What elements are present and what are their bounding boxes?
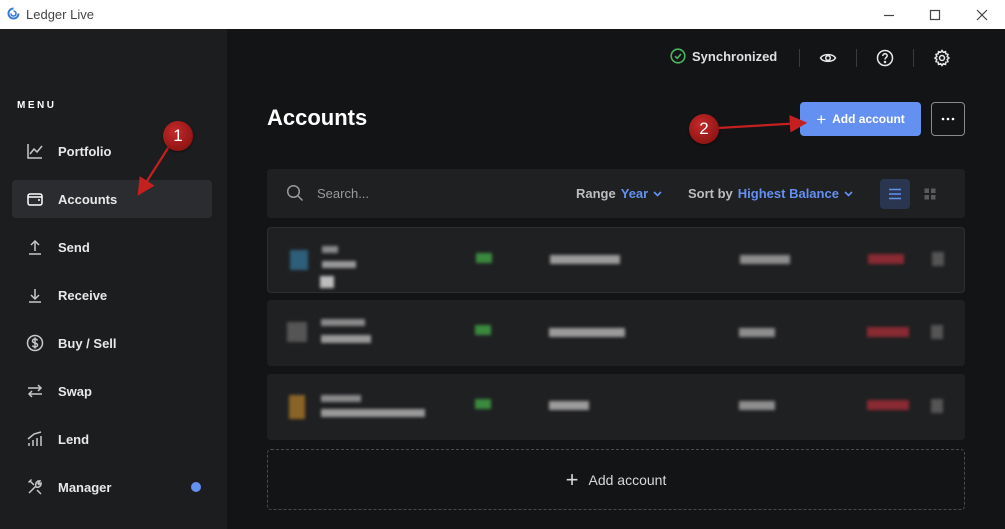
sidebar-item-receive[interactable]: Receive	[12, 276, 212, 314]
accounts-toolbar: Range Year Sort by Highest Balance	[267, 169, 965, 218]
account-row[interactable]	[267, 300, 965, 366]
help-button[interactable]	[874, 47, 896, 69]
currency-icon	[289, 395, 305, 419]
arrow-up-icon	[25, 237, 45, 257]
list-view-icon	[889, 188, 901, 200]
range-label: Range	[576, 186, 616, 201]
divider	[799, 49, 800, 67]
add-account-row-button[interactable]: + Add account	[267, 449, 965, 510]
chevron-down-icon	[653, 190, 662, 197]
chart-line-icon	[25, 141, 45, 161]
ledger-logo-icon	[7, 7, 20, 20]
sidebar-item-buy-sell[interactable]: Buy / Sell	[12, 324, 212, 362]
annotation-marker-2: 2	[689, 114, 719, 144]
divider	[856, 49, 857, 67]
sidebar-item-label: Accounts	[58, 191, 118, 207]
account-row[interactable]	[267, 227, 965, 293]
window-title: Ledger Live	[26, 7, 94, 22]
sidebar-item-label: Send	[58, 239, 90, 255]
settings-button[interactable]	[931, 47, 953, 69]
maximize-button[interactable]	[912, 0, 958, 29]
sort-value: Highest Balance	[737, 186, 839, 201]
close-icon	[976, 9, 988, 20]
account-row[interactable]	[267, 374, 965, 440]
range-value: Year	[620, 186, 649, 201]
eye-button[interactable]	[817, 47, 839, 69]
gear-icon	[933, 49, 951, 67]
plus-icon: +	[565, 466, 579, 492]
annotation-arrow-2	[717, 114, 808, 133]
sync-status: Synchronized	[670, 48, 777, 64]
more-options-button[interactable]	[931, 102, 965, 136]
sidebar-item-label: Buy / Sell	[58, 335, 117, 351]
notification-dot	[191, 482, 201, 492]
search-input[interactable]	[317, 184, 517, 202]
grid-view-icon	[924, 188, 936, 200]
divider	[913, 49, 914, 67]
wallet-icon	[25, 189, 45, 209]
sidebar-item-send[interactable]: Send	[12, 228, 212, 266]
list-view-button[interactable]	[880, 179, 910, 209]
trend-sparkline	[476, 253, 492, 263]
sidebar-item-manager[interactable]: Manager	[12, 468, 212, 506]
tools-icon	[25, 477, 45, 497]
sync-label: Synchronized	[692, 48, 778, 64]
sidebar-item-label: Lend	[58, 431, 90, 447]
range-filter[interactable]: Range Year	[576, 186, 662, 201]
sidebar-item-accounts[interactable]: Accounts	[12, 180, 212, 218]
trend-sparkline	[475, 399, 491, 409]
add-account-label: Add account	[588, 471, 667, 488]
minimize-icon	[884, 14, 894, 16]
plus-icon: +	[816, 109, 827, 129]
window-titlebar: Ledger Live	[0, 0, 1005, 29]
more-icon	[941, 117, 955, 121]
currency-icon	[287, 322, 307, 342]
grid-view-button[interactable]	[915, 179, 945, 209]
swap-arrows-icon	[25, 381, 45, 401]
arrow-down-icon	[25, 285, 45, 305]
menu-title: MENU	[17, 100, 57, 111]
lend-chart-icon	[25, 429, 45, 449]
sidebar-item-label: Receive	[58, 287, 108, 303]
page-title: Accounts	[267, 105, 368, 130]
sidebar-item-label: Swap	[58, 383, 92, 399]
maximize-icon	[929, 9, 941, 20]
currency-icon	[290, 250, 308, 270]
check-circle-icon	[670, 48, 686, 64]
add-account-button[interactable]: + Add account	[800, 102, 921, 136]
sidebar: MENU Portfolio Accounts Send Receive Buy…	[0, 29, 227, 529]
eye-icon	[819, 53, 837, 63]
sort-filter[interactable]: Sort by Highest Balance	[688, 186, 853, 201]
sidebar-item-swap[interactable]: Swap	[12, 372, 212, 410]
add-account-label: Add account	[832, 112, 905, 126]
annotation-marker-1: 1	[163, 121, 193, 151]
minimize-button[interactable]	[866, 0, 912, 29]
chevron-down-icon	[844, 190, 853, 197]
trend-sparkline	[475, 325, 491, 335]
sort-label: Sort by	[688, 186, 733, 201]
sidebar-item-label: Manager	[58, 479, 112, 495]
sidebar-item-label: Portfolio	[58, 143, 112, 159]
dollar-circle-icon	[25, 333, 45, 353]
sidebar-item-lend[interactable]: Lend	[12, 420, 212, 458]
help-icon	[876, 49, 894, 67]
search-icon	[286, 184, 304, 202]
close-button[interactable]	[959, 0, 1005, 29]
